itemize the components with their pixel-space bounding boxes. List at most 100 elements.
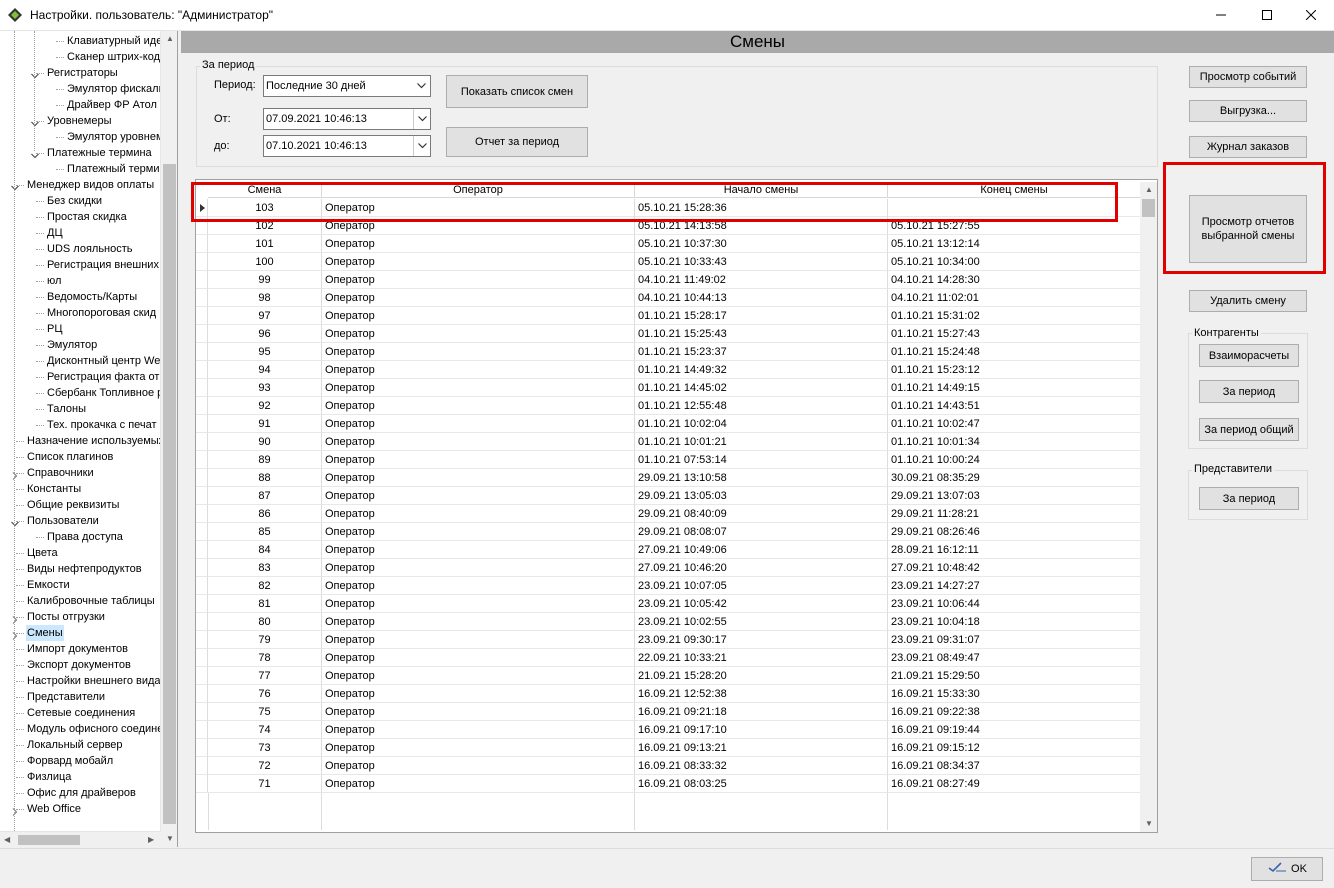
tree-item[interactable]: Простая скидка bbox=[0, 209, 161, 225]
tree-item[interactable]: Цвета bbox=[0, 545, 161, 561]
tree-item[interactable]: Назначение используемых bbox=[0, 433, 164, 449]
table-row[interactable]: 100 Оператор 05.10.21 10:33:43 05.10.21 10:… bbox=[208, 253, 1141, 271]
table-scroll-thumb[interactable] bbox=[1142, 199, 1155, 217]
tree-item[interactable]: Смены bbox=[0, 625, 161, 641]
tree-item[interactable]: Виды нефтепродуктов bbox=[0, 561, 161, 577]
table-row[interactable]: 77 Оператор 21.09.21 15:28:20 21.09.21 15:2… bbox=[208, 667, 1141, 685]
close-button[interactable] bbox=[1288, 0, 1334, 30]
chevron-down-icon[interactable] bbox=[31, 117, 39, 127]
period-select[interactable]: Последние 30 дней bbox=[263, 75, 431, 97]
tree-vertical-scrollbar[interactable]: ▲ ▼ bbox=[160, 31, 177, 847]
tree-item[interactable]: Драйвер ФР Атол bbox=[0, 97, 161, 113]
tree-item[interactable]: Константы bbox=[0, 481, 161, 497]
table-row[interactable]: 80 Оператор 23.09.21 10:02:55 23.09.21 10:0… bbox=[208, 613, 1141, 631]
tree-item[interactable]: Посты отгрузки bbox=[0, 609, 161, 625]
tree-item[interactable]: Офис для драйверов bbox=[0, 785, 161, 801]
scroll-down-icon[interactable]: ▼ bbox=[166, 834, 174, 843]
table-row[interactable]: 99 Оператор 04.10.21 11:49:02 04.10.21 14:2… bbox=[208, 271, 1141, 289]
row-indicator[interactable] bbox=[196, 613, 208, 631]
row-indicator[interactable] bbox=[196, 667, 208, 685]
row-indicator[interactable] bbox=[196, 271, 208, 289]
row-indicator[interactable] bbox=[196, 523, 208, 541]
tree-item[interactable]: Платежный терми bbox=[0, 161, 161, 177]
row-indicator[interactable] bbox=[196, 433, 208, 451]
chevron-down-icon[interactable] bbox=[31, 149, 39, 159]
row-indicator[interactable] bbox=[196, 469, 208, 487]
table-row[interactable]: 75 Оператор 16.09.21 09:21:18 16.09.21 09:2… bbox=[208, 703, 1141, 721]
tree-item[interactable]: Web Office bbox=[0, 801, 161, 817]
table-vertical-scrollbar[interactable]: ▲ ▼ bbox=[1140, 182, 1157, 832]
tree-item[interactable]: Многопороговая скид bbox=[0, 305, 161, 321]
table-row[interactable]: 94 Оператор 01.10.21 14:49:32 01.10.21 15:2… bbox=[208, 361, 1141, 379]
tree-item[interactable]: Клавиатурный иде bbox=[0, 33, 162, 49]
tree-item[interactable]: Калибровочные таблицы bbox=[0, 593, 161, 609]
tree-item[interactable]: Дисконтный центр We bbox=[0, 353, 161, 369]
view-shift-reports-button[interactable]: Просмотр отчетов выбранной смены bbox=[1189, 195, 1307, 263]
row-indicator[interactable] bbox=[196, 757, 208, 775]
chevron-down-icon[interactable] bbox=[31, 69, 39, 79]
orders-log-button[interactable]: Журнал заказов bbox=[1189, 136, 1307, 158]
table-row[interactable]: 85 Оператор 29.09.21 08:08:07 29.09.21 08:2… bbox=[208, 523, 1141, 541]
table-row[interactable]: 102 Оператор 05.10.21 14:13:58 05.10.21 15:… bbox=[208, 217, 1141, 235]
tree-item[interactable]: Общие реквизиты bbox=[0, 497, 161, 513]
contractors-period-button[interactable]: За период bbox=[1199, 380, 1299, 403]
tree-item[interactable]: Модуль офисного соедине bbox=[0, 721, 163, 737]
chevron-down-icon[interactable] bbox=[11, 517, 19, 527]
table-row[interactable]: 89 Оператор 01.10.21 07:53:14 01.10.21 10:0… bbox=[208, 451, 1141, 469]
tree-item[interactable]: Уровнемеры bbox=[0, 113, 161, 129]
table-row[interactable]: 87 Оператор 29.09.21 13:05:03 29.09.21 13:0… bbox=[208, 487, 1141, 505]
tree-item[interactable]: Права доступа bbox=[0, 529, 161, 545]
scroll-up-icon[interactable]: ▲ bbox=[166, 34, 174, 43]
tree-item[interactable]: Пользователи bbox=[0, 513, 161, 529]
row-indicator[interactable] bbox=[196, 325, 208, 343]
row-indicator[interactable] bbox=[196, 595, 208, 613]
table-row[interactable]: 96 Оператор 01.10.21 15:25:43 01.10.21 15:2… bbox=[208, 325, 1141, 343]
tree-item[interactable]: юл bbox=[0, 273, 161, 289]
row-indicator[interactable] bbox=[196, 577, 208, 595]
row-indicator[interactable] bbox=[196, 541, 208, 559]
tree-hscroll-thumb[interactable] bbox=[18, 835, 80, 845]
row-indicator[interactable] bbox=[196, 703, 208, 721]
row-indicator[interactable] bbox=[196, 487, 208, 505]
tree-item[interactable]: Тех. прокачка с печат bbox=[0, 417, 161, 433]
table-row[interactable]: 103 Оператор 05.10.21 15:28:36 bbox=[208, 199, 1141, 217]
row-indicator[interactable] bbox=[196, 559, 208, 577]
tree-item[interactable]: Регистраторы bbox=[0, 65, 161, 81]
chevron-right-icon[interactable] bbox=[11, 629, 19, 640]
row-indicator[interactable] bbox=[196, 397, 208, 415]
tree-horizontal-scrollbar[interactable]: ◀ ▶ bbox=[0, 831, 161, 847]
chevron-right-icon[interactable] bbox=[11, 613, 19, 624]
tree-item[interactable]: Настройки внешнего вида bbox=[0, 673, 161, 689]
table-row[interactable]: 95 Оператор 01.10.21 15:23:37 01.10.21 15:2… bbox=[208, 343, 1141, 361]
table-row[interactable]: 76 Оператор 16.09.21 12:52:38 16.09.21 15:3… bbox=[208, 685, 1141, 703]
table-row[interactable]: 81 Оператор 23.09.21 10:05:42 23.09.21 10:0… bbox=[208, 595, 1141, 613]
scroll-left-icon[interactable]: ◀ bbox=[4, 835, 10, 844]
delete-shift-button[interactable]: Удалить смену bbox=[1189, 290, 1307, 312]
chevron-down-icon[interactable] bbox=[11, 181, 19, 191]
table-row[interactable]: 92 Оператор 01.10.21 12:55:48 01.10.21 14:4… bbox=[208, 397, 1141, 415]
row-indicator[interactable] bbox=[196, 739, 208, 757]
row-indicator[interactable] bbox=[196, 379, 208, 397]
chevron-down-icon[interactable] bbox=[413, 136, 430, 156]
table-row[interactable]: 86 Оператор 29.09.21 08:40:09 29.09.21 11:2… bbox=[208, 505, 1141, 523]
to-date-picker[interactable]: 07.10.2021 10:46:13 bbox=[263, 135, 431, 157]
show-shift-list-button[interactable]: Показать список смен bbox=[446, 75, 588, 108]
tree-item[interactable]: Сетевые соединения bbox=[0, 705, 161, 721]
from-date-picker[interactable]: 07.09.2021 10:46:13 bbox=[263, 108, 431, 130]
chevron-down-icon[interactable] bbox=[413, 109, 430, 129]
row-indicator[interactable] bbox=[196, 289, 208, 307]
scroll-up-icon[interactable]: ▲ bbox=[1145, 185, 1153, 194]
row-indicator[interactable] bbox=[196, 343, 208, 361]
tree-item[interactable]: Сканер штрих-код bbox=[0, 49, 161, 65]
settlements-button[interactable]: Взаиморасчеты bbox=[1199, 344, 1299, 367]
table-row[interactable]: 82 Оператор 23.09.21 10:07:05 23.09.21 14:2… bbox=[208, 577, 1141, 595]
shifts-table[interactable]: Смена Оператор Начало смены Конец смены … bbox=[195, 179, 1158, 833]
tree-item[interactable]: Регистрация факта от bbox=[0, 369, 161, 385]
row-indicator[interactable] bbox=[196, 775, 208, 793]
row-indicator[interactable] bbox=[196, 451, 208, 469]
row-indicator[interactable] bbox=[196, 235, 208, 253]
tree-item[interactable]: Емкости bbox=[0, 577, 161, 593]
table-row[interactable]: 98 Оператор 04.10.21 10:44:13 04.10.21 11:0… bbox=[208, 289, 1141, 307]
column-header-shift[interactable]: Смена bbox=[208, 182, 322, 198]
chevron-down-icon[interactable] bbox=[413, 76, 430, 96]
